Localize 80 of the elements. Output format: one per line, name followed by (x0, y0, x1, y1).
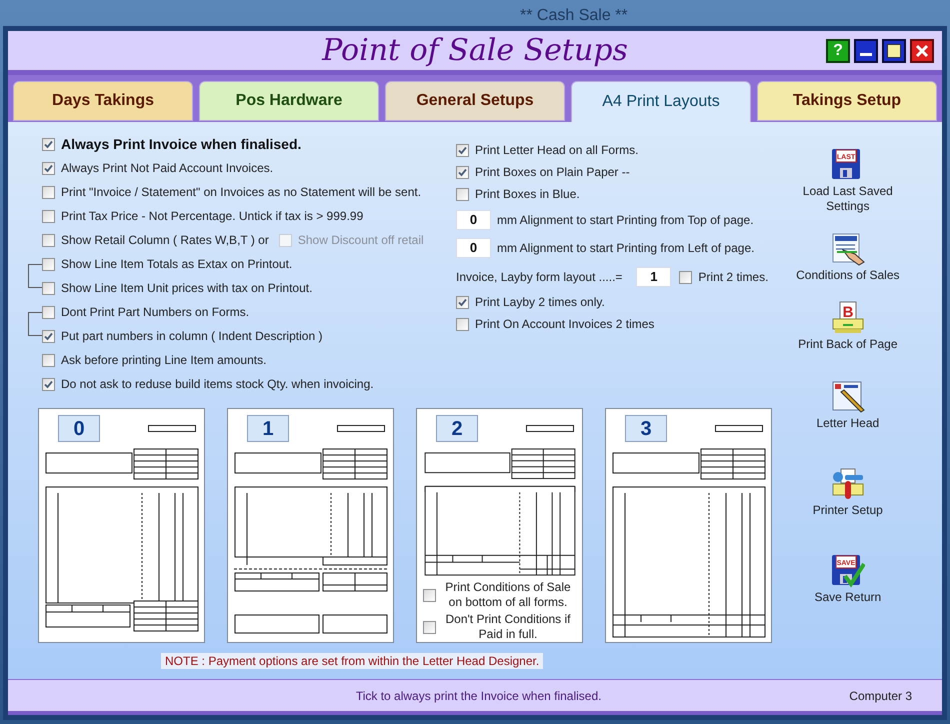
computer-name: Computer 3 (849, 688, 913, 704)
option-label: Dont Print Part Numbers on Forms. (61, 304, 250, 321)
minimize-icon (860, 53, 872, 56)
option-label: Always Print Invoice when finalised. (61, 134, 302, 154)
side-button[interactable]: Conditions of Sales (784, 232, 911, 283)
header-box (526, 425, 574, 432)
option-label: Print Conditions of Sale on bottom of all forms. (444, 580, 572, 610)
option-label: Always Print Not Paid Account Invoices. (61, 160, 274, 177)
option-label: Put part numbers in column ( Indent Description ) (61, 328, 322, 345)
checkbox[interactable] (456, 166, 469, 178)
header-box (715, 425, 763, 432)
notepad-hand-icon (830, 232, 865, 266)
checkbox[interactable] (42, 258, 55, 270)
tab[interactable]: General Setups (385, 81, 565, 121)
checkbox[interactable] (456, 318, 469, 330)
option-label: Show Discount off retail (298, 232, 424, 249)
option-label: Print On Account Invoices 2 times (475, 316, 654, 333)
checkbox[interactable] (42, 306, 55, 318)
option-label: Print Boxes in Blue. (475, 186, 580, 203)
checkbox[interactable] (679, 270, 692, 284)
number-field[interactable]: 1 (636, 267, 672, 287)
option-label: Print Boxes on Plain Paper -- (475, 164, 630, 181)
tab[interactable]: Pos Hardware (199, 81, 379, 121)
option-label: Print Layby 2 times only. (475, 294, 605, 311)
letter-pen-icon (830, 380, 865, 414)
minimize-button[interactable] (854, 39, 878, 63)
option-label: Do not ask to reduse build items stock Qty. when invoicing. (61, 376, 374, 393)
number-field[interactable]: 0 (456, 238, 491, 258)
window-title: Point of Sale Setups (322, 32, 628, 70)
option-label: Show Line Item Totals as Extax on Printout. (61, 256, 292, 273)
maximize-button[interactable] (882, 39, 906, 63)
checkbox[interactable] (42, 210, 55, 222)
maximize-icon (887, 44, 901, 58)
option-label: Print "Invoice / Statement" on Invoices as no Statement will be sent. (61, 184, 422, 201)
close-button[interactable] (910, 39, 934, 63)
option-label: mm Alignment to start Printing from Top of page. (497, 212, 754, 229)
side-button[interactable]: Letter Head (784, 380, 911, 431)
option-label: Don't Print Conditions if Paid in full. (444, 612, 572, 642)
option-label: Print Letter Head on all Forms. (475, 142, 638, 159)
side-button[interactable]: B Print Back of Page (784, 301, 911, 352)
printer-tools-icon (830, 467, 865, 501)
option-label: Show Line Item Unit prices with tax on Printout. (61, 280, 312, 297)
option-label: Show Retail Column ( Rates W,B,T ) or (61, 232, 269, 249)
option-label: Print Tax Price - Not Percentage. Untick if tax is > 999.99 (61, 208, 364, 225)
background-window-title: ** Cash Sale ** (520, 6, 628, 26)
form-layout-card[interactable]: 1 (227, 408, 394, 643)
side-button[interactable]: Printer Setup (784, 467, 911, 518)
close-icon (915, 44, 929, 58)
header-box (148, 425, 196, 432)
number-field[interactable]: 0 (456, 210, 491, 230)
form-layout-card[interactable]: 3 (605, 408, 772, 643)
checkbox[interactable] (42, 186, 55, 198)
tab[interactable]: Takings Setup (757, 81, 937, 121)
option-label: Ask before printing Line Item amounts. (61, 352, 266, 369)
layout-number: 3 (625, 415, 667, 442)
checkbox[interactable] (42, 330, 55, 342)
form-layout-card[interactable]: 2 Print Conditions of Sale on bottom of all forms. Don't Print Conditions if Paid in full. (416, 408, 583, 643)
header-box (337, 425, 385, 432)
option-label: Print 2 times. (698, 269, 768, 286)
checkbox[interactable] (456, 188, 469, 200)
option-label: mm Alignment to start Printing from Left of page. (497, 240, 754, 257)
checkbox[interactable] (42, 234, 55, 246)
checkbox[interactable] (456, 144, 469, 156)
checkbox[interactable] (423, 620, 436, 634)
status-message: Tick to always print the Invoice when finalised. (354, 688, 602, 704)
option-label: Invoice, Layby form layout .....= (456, 269, 622, 286)
tab[interactable]: Days Takings (13, 81, 193, 121)
checkbox[interactable] (423, 588, 436, 602)
layout-number: 1 (247, 415, 289, 442)
note-text: NOTE : Payment options are set from within the Letter Head Designer. (161, 653, 544, 669)
checkbox[interactable] (456, 296, 469, 308)
layout-number: 2 (436, 415, 478, 442)
checkbox[interactable] (42, 138, 55, 150)
checkbox[interactable] (42, 354, 55, 366)
form-layout-card[interactable]: 0 (38, 408, 205, 643)
tab[interactable]: A4 Print Layouts (571, 81, 751, 123)
checkbox[interactable] (42, 162, 55, 174)
layout-number: 0 (58, 415, 100, 442)
checkbox[interactable] (42, 378, 55, 390)
checkbox[interactable] (42, 282, 55, 294)
